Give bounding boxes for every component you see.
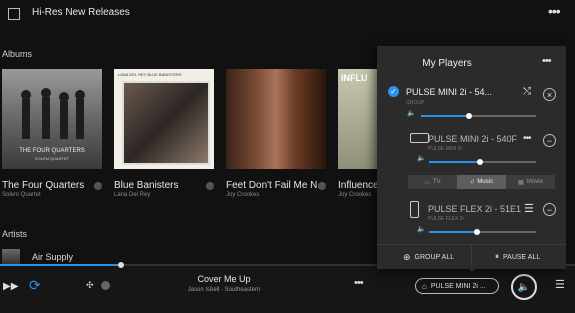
- album-title[interactable]: Feet Don't Fail Me N...: [226, 180, 326, 191]
- group-all-label: GROUP ALL: [414, 254, 455, 261]
- remove-player-icon[interactable]: −: [543, 203, 556, 216]
- selected-check-icon[interactable]: ✓: [388, 86, 399, 97]
- album-art-text: LANA DEL REY BLUE BANISTERS: [118, 72, 182, 77]
- artist-thumbnail[interactable]: [2, 249, 20, 264]
- volume-fill: [429, 161, 481, 163]
- volume-button[interactable]: 🔈: [511, 274, 537, 300]
- pause-all-label: PAUSE ALL: [503, 253, 541, 261]
- player-subtitle: GROUP: [406, 100, 425, 106]
- panel-title: My Players: [422, 58, 472, 69]
- album-artist: Lana Del Rey: [114, 192, 151, 198]
- album-title[interactable]: Blue Banisters: [114, 180, 178, 191]
- album-options-icon[interactable]: [206, 182, 214, 190]
- album-title[interactable]: The Four Quarters: [2, 180, 84, 191]
- music-note-icon: ♫: [469, 179, 475, 185]
- player-name: PULSE MINI 2i - 54...: [406, 87, 493, 97]
- speaker-icon: 🔈: [417, 226, 426, 233]
- player-subtitle: PULSE FLEX 2i: [428, 216, 464, 222]
- player-selector-pill[interactable]: ⌂ PULSE MINI 2i ...: [415, 278, 499, 294]
- volume-slider[interactable]: [421, 115, 536, 117]
- page-title: Hi-Res New Releases: [32, 7, 130, 18]
- album-art-feet-dont-fail[interactable]: [226, 69, 326, 169]
- mode-label: TV: [433, 179, 441, 185]
- more-options-icon[interactable]: •••: [548, 3, 561, 19]
- album-art-text: THE FOUR QUARTERS: [19, 148, 85, 154]
- pause-all-button[interactable]: ⏸ PAUSE ALL: [495, 252, 540, 262]
- now-playing-bar: ▶▶ ⟳ ✣ Cover Me Up Jason Isbell · Southe…: [0, 262, 575, 313]
- volume-slider[interactable]: [429, 231, 536, 233]
- remove-player-icon[interactable]: −: [543, 134, 556, 147]
- volume-fill: [429, 231, 478, 233]
- speaker-icon: 🔈: [417, 155, 426, 162]
- album-artist: Joy Crookes: [338, 192, 372, 198]
- film-icon: ▦: [518, 179, 524, 186]
- album-art-text: INFLU: [341, 73, 368, 83]
- photo-frame: [122, 81, 210, 165]
- album-artist: Solem Quartet: [2, 192, 41, 198]
- sound-mode-selector: ▭ TV ♫ Music ▦ Movie: [408, 175, 555, 189]
- player-subtitle: PULSE MINI 2i: [428, 146, 462, 152]
- album-options-icon[interactable]: [318, 182, 326, 190]
- group-all-button[interactable]: ⊕ GROUP ALL: [403, 252, 454, 263]
- album-title[interactable]: Influence E: [338, 180, 377, 191]
- mode-music[interactable]: ♫ Music: [457, 175, 506, 189]
- track-subtitle: Jason Isbell · Southeastern: [187, 287, 261, 293]
- soundbar-icon: [410, 133, 429, 143]
- album-art-blue-banisters[interactable]: LANA DEL REY BLUE BANISTERS: [114, 69, 214, 169]
- player-name: PULSE FLEX 2i - 51E1: [428, 204, 522, 214]
- group-icon: ⊕: [403, 252, 411, 262]
- volume-handle[interactable]: [477, 159, 484, 165]
- home-icon: ⌂: [422, 281, 427, 291]
- volume-handle[interactable]: [466, 113, 473, 119]
- my-players-panel: My Players ••• ✓ PULSE MINI 2i - 54... G…: [377, 46, 566, 269]
- equalizer-icon[interactable]: ☰: [524, 202, 534, 215]
- mode-movie[interactable]: ▦ Movie: [506, 175, 555, 189]
- queue-list-icon[interactable]: ☰: [555, 278, 565, 291]
- artists-heading: Artists: [2, 229, 28, 239]
- band-photo-icon: [21, 88, 85, 139]
- remove-player-icon[interactable]: ×: [543, 88, 556, 101]
- progress-handle[interactable]: [117, 262, 124, 268]
- album-art-influence[interactable]: INFLU: [338, 69, 378, 169]
- portable-speaker-icon: [410, 201, 419, 218]
- track-options-icon[interactable]: •••: [354, 277, 364, 289]
- tv-icon: ▭: [424, 179, 430, 186]
- volume-handle[interactable]: [474, 229, 481, 235]
- album-artist: Joy Crookes: [226, 192, 260, 198]
- back-grid-icon[interactable]: [8, 8, 20, 20]
- artist-name[interactable]: Air Supply: [32, 252, 73, 262]
- ungroup-icon[interactable]: ⤭: [523, 86, 531, 97]
- mode-label: Movie: [526, 179, 543, 185]
- album-art-four-quarters[interactable]: THE FOUR QUARTERS SOLEM QUARTET: [2, 69, 102, 169]
- album-art-subtext: SOLEM QUARTET: [34, 156, 70, 161]
- player-options-icon[interactable]: •••: [523, 133, 531, 144]
- speaker-icon: 🔈: [407, 110, 416, 117]
- album-options-icon[interactable]: [94, 182, 102, 190]
- progress-fill: [0, 264, 121, 266]
- player-pill-label: PULSE MINI 2i ...: [430, 282, 486, 290]
- albums-heading: Albums: [2, 49, 33, 59]
- panel-pointer: [466, 266, 478, 272]
- pause-icon: ⏸: [495, 252, 499, 261]
- panel-options-icon[interactable]: •••: [542, 55, 552, 67]
- volume-fill: [421, 115, 470, 117]
- mode-label: Music: [477, 179, 494, 185]
- mode-tv[interactable]: ▭ TV: [408, 175, 457, 189]
- player-name: PULSE MINI 2i - 540F: [428, 134, 518, 144]
- track-title: Cover Me Up: [197, 274, 251, 284]
